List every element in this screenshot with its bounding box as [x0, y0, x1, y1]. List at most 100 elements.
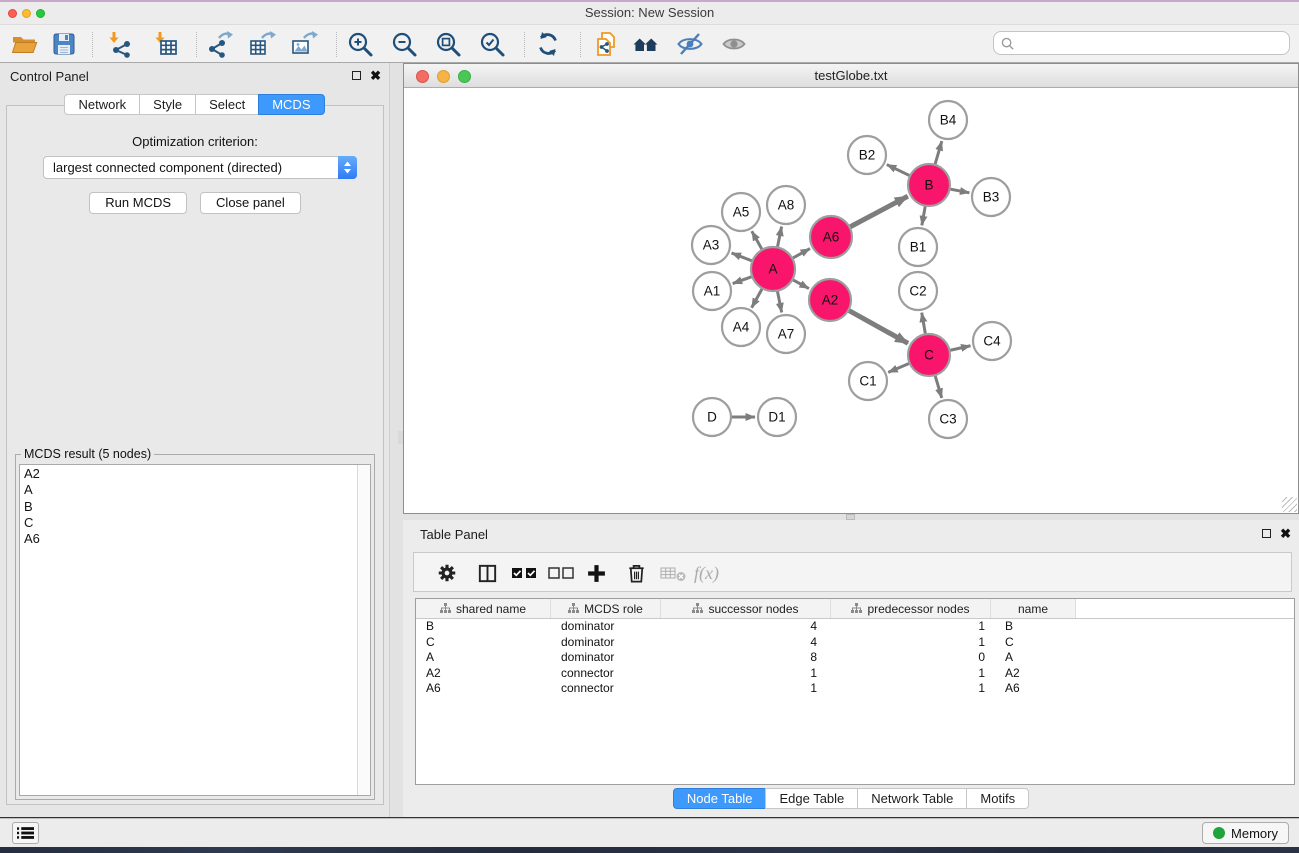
column-header[interactable]: predecessor nodes	[831, 599, 991, 618]
close-panel-button[interactable]: Close panel	[200, 192, 301, 214]
float-table-panel-icon[interactable]	[1262, 529, 1271, 538]
column-header[interactable]: shared name	[416, 599, 551, 618]
add-column-icon[interactable]	[586, 561, 607, 585]
run-mcds-button[interactable]: Run MCDS	[89, 192, 187, 214]
node-label-C: C	[924, 348, 934, 363]
result-item[interactable]: A2	[20, 466, 356, 482]
save-session-icon[interactable]	[50, 30, 78, 58]
table-row[interactable]: A6connector11A6	[416, 681, 1294, 697]
criterion-value: largest connected component (directed)	[44, 160, 338, 175]
toolbar-separator	[92, 32, 93, 57]
zoom-window-button[interactable]	[36, 9, 45, 18]
node-label-C1: C1	[859, 374, 876, 389]
column-header[interactable]: name	[991, 599, 1076, 618]
network-minimize-button[interactable]	[437, 70, 450, 83]
column-layout-icon[interactable]	[476, 561, 499, 585]
optimization-criterion-label: Optimization criterion:	[7, 134, 383, 149]
result-item[interactable]: A	[20, 482, 356, 498]
result-item[interactable]: A6	[20, 531, 356, 547]
dropdown-stepper-icon	[338, 156, 357, 179]
network-canvas[interactable]: AA1A2A3A4A5A6A7A8BB1B2B3B4CC1C2C3C4DD1	[404, 88, 1298, 513]
network-window-title: testGlobe.txt	[404, 64, 1298, 88]
gear-icon[interactable]	[436, 561, 458, 585]
desktop-wallpaper-bottom	[0, 847, 1299, 853]
node-table: shared nameMCDS rolesuccessor nodesprede…	[415, 598, 1295, 785]
memory-status-icon	[1213, 827, 1225, 839]
memory-button[interactable]: Memory	[1202, 822, 1289, 844]
mcds-result-list[interactable]: A2ABCA6	[19, 464, 371, 796]
home-icon[interactable]	[632, 30, 660, 58]
table-header-row: shared nameMCDS rolesuccessor nodesprede…	[416, 599, 1294, 619]
export-network-icon[interactable]	[206, 30, 234, 58]
vertical-scroll-hint[interactable]	[398, 431, 403, 444]
close-panel-icon[interactable]: ✖	[370, 70, 381, 81]
deselect-all-icon[interactable]	[548, 561, 575, 585]
node-label-D1: D1	[768, 410, 785, 425]
search-field[interactable]	[993, 31, 1290, 55]
node-label-A: A	[768, 262, 777, 277]
select-all-icon[interactable]	[511, 561, 538, 585]
window-resize-grip[interactable]	[1282, 497, 1297, 512]
copy-network-icon[interactable]	[592, 30, 620, 58]
shared-column-icon	[851, 603, 862, 614]
node-label-A3: A3	[703, 238, 720, 253]
export-image-icon[interactable]	[290, 30, 318, 58]
result-list-scrollbar[interactable]	[357, 465, 370, 795]
refresh-icon[interactable]	[534, 30, 562, 58]
control-panel-tabs: NetworkStyleSelectMCDS	[0, 94, 389, 115]
tab-mcds[interactable]: MCDS	[258, 94, 324, 115]
window-titlebar: Session: New Session	[0, 2, 1299, 24]
table-row[interactable]: A2connector11A2	[416, 666, 1294, 682]
zoom-fit-icon[interactable]	[434, 30, 462, 58]
tab-edge-table[interactable]: Edge Table	[765, 788, 857, 809]
zoom-in-icon[interactable]	[346, 30, 374, 58]
show-eye-icon[interactable]	[720, 30, 748, 58]
zoom-out-icon[interactable]	[390, 30, 418, 58]
tab-network-table[interactable]: Network Table	[857, 788, 966, 809]
toolbar-separator	[524, 32, 525, 57]
import-table-icon[interactable]	[152, 30, 180, 58]
search-input[interactable]	[1019, 36, 1289, 51]
import-network-icon[interactable]	[106, 30, 134, 58]
window-title: Session: New Session	[0, 2, 1299, 24]
list-icon	[17, 826, 34, 840]
network-close-button[interactable]	[416, 70, 429, 83]
network-view-window: testGlobe.txt AA1A2A3A4A5A6A7A8BB1B2B3B4…	[403, 63, 1299, 514]
open-session-icon[interactable]	[10, 30, 38, 58]
result-item[interactable]: B	[20, 499, 356, 515]
table-toolbar: f(x)	[413, 552, 1292, 592]
network-window-titlebar[interactable]: testGlobe.txt	[404, 64, 1298, 88]
column-header[interactable]: MCDS role	[551, 599, 661, 618]
task-list-button[interactable]	[12, 822, 39, 844]
hide-eye-icon[interactable]	[676, 30, 704, 58]
main-toolbar	[0, 24, 1299, 63]
delete-column-icon[interactable]	[625, 561, 648, 585]
result-item[interactable]: C	[20, 515, 356, 531]
node-label-D: D	[707, 410, 717, 425]
tab-select[interactable]: Select	[195, 94, 258, 115]
table-row[interactable]: Adominator80A	[416, 650, 1294, 666]
zoom-selected-icon[interactable]	[478, 30, 506, 58]
node-label-B2: B2	[859, 148, 876, 163]
table-row[interactable]: Cdominator41C	[416, 635, 1294, 651]
tab-style[interactable]: Style	[139, 94, 195, 115]
tab-network[interactable]: Network	[64, 94, 139, 115]
close-window-button[interactable]	[8, 9, 17, 18]
column-header[interactable]: successor nodes	[661, 599, 831, 618]
shared-column-icon	[692, 603, 703, 614]
criterion-dropdown[interactable]: largest connected component (directed)	[43, 156, 357, 179]
table-panel-title: Table Panel	[420, 527, 488, 542]
tab-motifs[interactable]: Motifs	[966, 788, 1029, 809]
node-label-A6: A6	[823, 230, 840, 245]
toolbar-separator	[336, 32, 337, 57]
float-panel-icon[interactable]	[352, 71, 361, 80]
control-panel-header: Control Panel ✖	[0, 69, 389, 89]
table-row[interactable]: Bdominator41B	[416, 619, 1294, 635]
function-builder-icon: f(x)	[694, 561, 719, 585]
export-table-icon[interactable]	[248, 30, 276, 58]
network-zoom-button[interactable]	[458, 70, 471, 83]
mcds-result-group: MCDS result (5 nodes) A2ABCA6	[15, 454, 375, 800]
minimize-window-button[interactable]	[22, 9, 31, 18]
tab-node-table[interactable]: Node Table	[673, 788, 766, 809]
close-table-panel-icon[interactable]: ✖	[1280, 528, 1291, 539]
